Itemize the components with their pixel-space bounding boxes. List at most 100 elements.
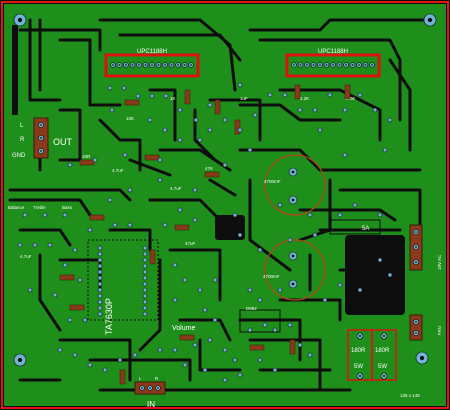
ac-input-pad-drill [415,261,417,263]
via-pad [107,197,113,203]
via-pad [262,322,268,328]
part-c3: 4.7uF [20,254,32,259]
via-pad [82,317,88,323]
ic-left-pin-drill [118,64,121,66]
via-pad [172,347,178,353]
part-r2: 10K [126,116,134,121]
ic-right-pin-drill [364,64,367,66]
via-pad [307,212,313,218]
via-pad [297,107,303,113]
via-pad [257,297,263,303]
via-pad [337,282,343,288]
via-pad [322,297,328,303]
via-pad [77,277,83,283]
ic-left-pin-drill [177,64,179,66]
tone-label-bass: Bass [62,205,73,210]
via-pad [112,222,118,228]
capacitor-pad-drill [291,198,295,202]
input-label: IN [147,400,155,409]
part-c2: 4.7uF [170,186,182,191]
via-pad [372,107,378,113]
tone-ic-pin [97,293,103,299]
ic-left-pin-drill [131,64,134,66]
output-pin-pad-drill [40,150,42,152]
part-c4: 47uF [185,241,196,246]
input-pad-drill [157,387,159,389]
ic-right-pin-drill [371,64,373,66]
via-pad [22,212,28,218]
via-pad [67,317,73,323]
via-pad [72,352,78,358]
via-pad [182,362,188,368]
fan-pad-drill [415,332,417,334]
ic-left-pin-drill [164,64,166,66]
via-pad [62,262,68,268]
via-pad [17,242,23,248]
tone-ic-pin [142,269,148,275]
via-pad [307,352,313,358]
via-pad [207,127,213,133]
via-pad [109,107,115,113]
via-pad [357,92,363,98]
capacitor-pad-drill [291,170,295,174]
part-r1: 10R [82,154,91,159]
via-pad [312,107,318,113]
via-pad [287,322,293,328]
capacitor-lower-label: 4700mF [263,274,280,279]
part-r4: 2.2K [300,96,309,101]
ic-right-pin-drill [325,64,328,66]
via-pad [47,242,53,248]
ic-right-pin-drill [345,64,347,66]
ic-right-pin-drill [319,64,321,66]
via-pad [257,247,263,253]
via-pad [127,187,133,193]
via-pad [282,92,288,98]
tone-ic-pin [97,275,103,281]
via-pad [122,152,128,158]
tone-ic-pin [97,299,103,305]
via-pad [177,137,183,143]
resistor-right-power: 5W [378,364,387,370]
volume-label: Volume [172,325,195,332]
via-pad [87,362,93,368]
ic-right-pin-drill [332,64,334,66]
tone-ic-pin [142,251,148,257]
tone-label-balance: Balance [8,205,25,210]
part-c1: 4.7uF [112,168,124,173]
ic-left-pin-drill [170,64,173,66]
tone-label-treble: Treble [33,205,46,210]
via-pad [197,137,203,143]
tone-ic-pin [142,263,148,269]
pcb-layout-view: UPC1188H UPC1188H L R GND OUT Balance Tr… [0,0,450,410]
part-r3: 1K [170,96,176,101]
via-pad [127,222,133,228]
via-pad [222,117,228,123]
via-pad [297,342,303,348]
ic-right-label: UPC1188H [318,49,348,55]
fan-label: FAN [437,326,442,335]
via-pad [252,112,258,118]
capacitor-upper-label: 4700mF [264,179,281,184]
tone-ic-pin [97,305,103,311]
tone-ic-pin [97,245,103,251]
ic-right-pin-drill [351,64,354,66]
via-pad [267,92,273,98]
via-pad [42,212,48,218]
part-r6: 47K [205,166,213,171]
via-pad [387,272,393,278]
via-pad [135,93,141,99]
resistor-pad-drill [358,374,362,378]
via-pad [192,217,198,223]
tone-ic-pin [142,293,148,299]
via-pad [162,127,168,133]
tone-ic-pin [142,311,148,317]
via-pad [197,287,203,293]
via-pad [172,262,178,268]
via-pad [327,92,333,98]
via-pad [222,162,228,168]
via-pad [287,237,293,243]
via-pad [342,152,348,158]
resistor-right-value: 180R [375,348,390,354]
tone-ic-pin [97,287,103,293]
tone-ic-pin [142,287,148,293]
